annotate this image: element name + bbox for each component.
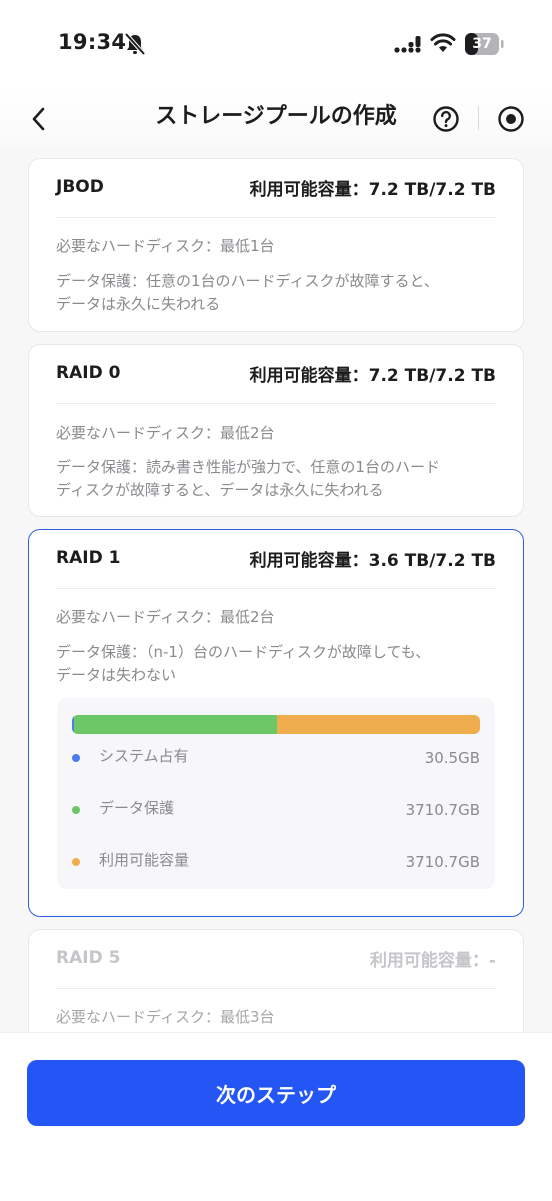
legend-row-system: システム占有 30.5GB: [57, 745, 495, 769]
page-title: ストレージプールの作成: [155, 104, 397, 129]
wifi-icon: [430, 33, 456, 52]
option-min-disks: 必要なハードディスク：最低2台: [56, 608, 275, 626]
help-icon[interactable]: [431, 104, 461, 134]
legend-row-available: 利用可能容量 3710.7GB: [57, 849, 495, 873]
option-capacity: 利用可能容量：7.2 TB/7.2 TB: [249, 180, 496, 200]
bottom-action-panel: 次のステップ: [0, 1032, 552, 1201]
legend-label: データ保護: [99, 799, 175, 817]
battery-level: 37: [472, 36, 492, 52]
legend-dot: [72, 806, 80, 814]
option-min-disks: 必要なハードディスク：最低3台: [56, 1008, 275, 1026]
legend-value: 30.5GB: [424, 749, 480, 767]
option-title: JBOD: [56, 177, 104, 197]
legend-dot: [72, 858, 80, 866]
option-capacity: 利用可能容量：3.6 TB/7.2 TB: [249, 551, 496, 571]
option-protection-line1: データ保護：任意の1台のハードディスクが故障すると、: [56, 272, 439, 290]
option-title: RAID 0: [56, 363, 121, 383]
legend-value: 3710.7GB: [405, 853, 480, 871]
option-min-disks: 必要なハードディスク：最低2台: [56, 424, 275, 442]
card-divider: [56, 588, 496, 589]
card-divider: [56, 403, 496, 404]
legend-value: 3710.7GB: [405, 801, 480, 819]
record-icon[interactable]: [496, 104, 526, 134]
header-divider: [478, 106, 479, 130]
raid-option-raid5: RAID 5 利用可能容量：- 必要なハードディスク：最低3台: [28, 929, 524, 1033]
raid-option-raid1[interactable]: RAID 1 利用可能容量：3.6 TB/7.2 TB 必要なハードディスク：最…: [28, 529, 524, 917]
status-time: 19:34: [58, 30, 127, 54]
legend-row-protection: データ保護 3710.7GB: [57, 797, 495, 821]
bell-off-icon: [124, 32, 146, 56]
option-protection-line1: データ保護：（n-1）台のハードディスクが故障しても、: [56, 643, 431, 661]
option-title: RAID 5: [56, 948, 121, 968]
signal-icon: [394, 36, 421, 53]
status-bar: 19:34 37: [0, 0, 552, 88]
option-min-disks: 必要なハードディスク：最低1台: [56, 237, 275, 255]
next-step-button[interactable]: 次のステップ: [27, 1060, 525, 1126]
legend-dot: [72, 754, 80, 762]
option-capacity: 利用可能容量：-: [369, 951, 496, 971]
raid-option-jbod[interactable]: JBOD 利用可能容量：7.2 TB/7.2 TB 必要なハードディスク：最低1…: [28, 158, 524, 332]
raid-option-raid0[interactable]: RAID 0 利用可能容量：7.2 TB/7.2 TB 必要なハードディスク：最…: [28, 344, 524, 517]
option-protection-line2: データは永久に失われる: [56, 295, 221, 313]
usage-segment-available: [276, 715, 480, 734]
card-divider: [56, 217, 496, 218]
usage-segment-protection: [73, 715, 277, 734]
option-title: RAID 1: [56, 548, 121, 568]
legend-label: 利用可能容量: [99, 851, 190, 869]
option-protection-line1: データ保護：読み書き性能が強力で、任意の1台のハード: [56, 458, 440, 476]
option-protection-line2: データは失わない: [56, 666, 177, 684]
option-protection-line2: ディスクが故障すると、データは永久に失われる: [56, 481, 384, 499]
header: ストレージプールの作成: [0, 88, 552, 150]
capacity-usage-panel: システム占有 30.5GB データ保護 3710.7GB 利用可能容量 3710…: [57, 698, 495, 889]
capacity-usage-bar: [72, 715, 480, 734]
card-divider: [56, 988, 496, 989]
option-capacity: 利用可能容量：7.2 TB/7.2 TB: [249, 366, 496, 386]
legend-label: システム占有: [99, 747, 189, 765]
